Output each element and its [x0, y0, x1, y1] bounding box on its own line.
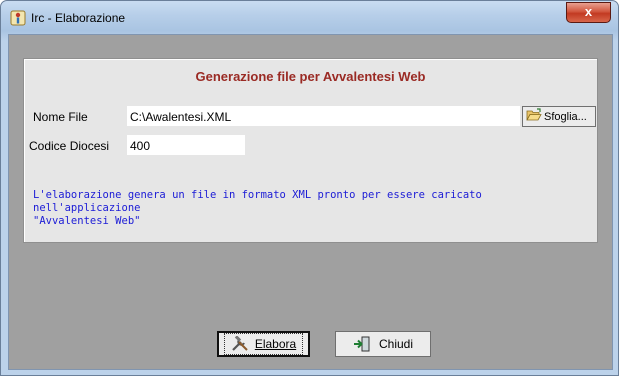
browse-label: Sfoglia... — [544, 110, 587, 123]
app-icon — [10, 10, 26, 26]
window: Irc - Elaborazione x Generazione file pe… — [0, 0, 619, 376]
browse-button[interactable]: Sfoglia... — [522, 106, 596, 127]
panel-title: Generazione file per Avvalentesi Web — [195, 69, 426, 84]
close-icon: x — [584, 4, 593, 19]
elabora-label: Elabora — [254, 337, 297, 351]
folder-open-icon — [526, 108, 544, 125]
elabora-button[interactable]: Elabora — [217, 331, 310, 357]
nome-file-input[interactable]: C:\Awalentesi.XML — [127, 106, 520, 126]
info-line-2: "Avvalentesi Web" — [33, 215, 141, 227]
window-title: Irc - Elaborazione — [31, 11, 126, 25]
title-bar[interactable]: Irc - Elaborazione x — [1, 1, 618, 34]
exit-door-icon — [353, 336, 371, 352]
info-text: L'elaborazione genera un file in formato… — [33, 189, 593, 228]
close-button[interactable]: x — [566, 2, 611, 23]
elabora-focus-rect: Elabora — [223, 333, 304, 355]
chiudi-label: Chiudi — [378, 337, 414, 351]
form-panel: Generazione file per Avvalentesi Web Nom… — [23, 58, 598, 243]
info-line-1: L'elaborazione genera un file in formato… — [33, 189, 482, 214]
codice-diocesi-input[interactable]: 400 — [127, 135, 245, 155]
client-area: Generazione file per Avvalentesi Web Nom… — [8, 34, 613, 370]
codice-diocesi-label: Codice Diocesi — [29, 139, 110, 153]
chiudi-button[interactable]: Chiudi — [335, 331, 431, 357]
tools-icon — [231, 336, 249, 352]
nome-file-label: Nome File — [33, 110, 88, 124]
